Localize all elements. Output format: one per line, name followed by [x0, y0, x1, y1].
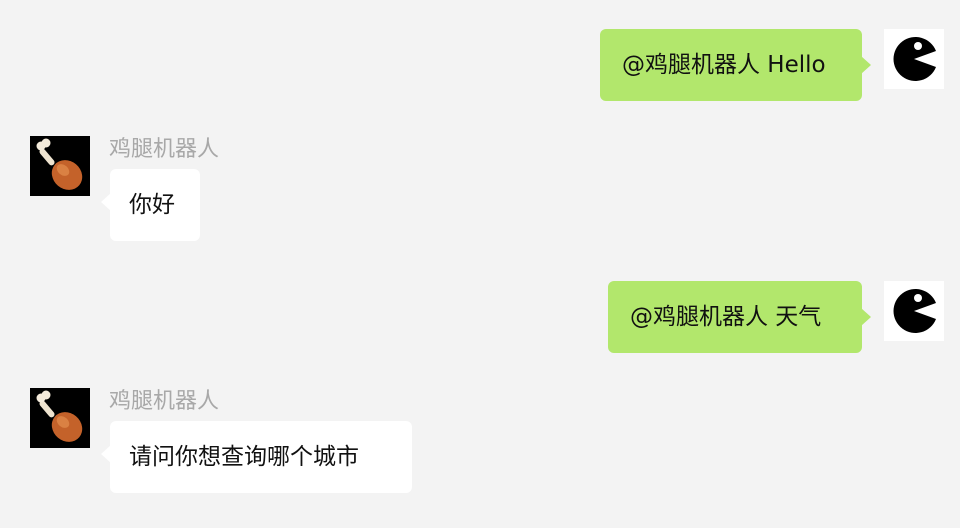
sender-name: 鸡腿机器人 [109, 389, 220, 414]
message-incoming: 鸡腿机器人 请问你想查询哪个城市 [0, 372, 960, 512]
bot-avatar[interactable] [30, 388, 90, 448]
message-bubble[interactable]: @鸡腿机器人 天气 [608, 281, 871, 353]
message-outgoing: @鸡腿机器人 Hello [0, 0, 960, 110]
pacman-icon [893, 289, 936, 333]
user-avatar[interactable] [884, 281, 944, 341]
message-outgoing: @鸡腿机器人 天气 [0, 260, 960, 370]
chicken-drumstick-icon [30, 136, 90, 196]
chicken-drumstick-icon [30, 388, 90, 448]
message-bubble[interactable]: @鸡腿机器人 Hello [600, 29, 871, 101]
bubble-tail [101, 193, 111, 211]
bubble-tail [861, 56, 871, 74]
message-incoming: 鸡腿机器人 你好 [0, 120, 960, 250]
message-bubble[interactable]: 请问你想查询哪个城市 [101, 421, 412, 493]
sender-name: 鸡腿机器人 [109, 137, 220, 162]
message-text: @鸡腿机器人 天气 [630, 304, 822, 330]
bot-avatar[interactable] [30, 136, 90, 196]
bubble-tail [101, 445, 111, 463]
bubble-tail [861, 308, 871, 326]
message-bubble[interactable]: 你好 [101, 169, 200, 241]
message-text: 请问你想查询哪个城市 [129, 444, 359, 470]
user-avatar[interactable] [884, 29, 944, 89]
message-text: 你好 [129, 192, 175, 218]
pacman-icon [893, 37, 936, 81]
message-text: @鸡腿机器人 Hello [622, 52, 826, 78]
